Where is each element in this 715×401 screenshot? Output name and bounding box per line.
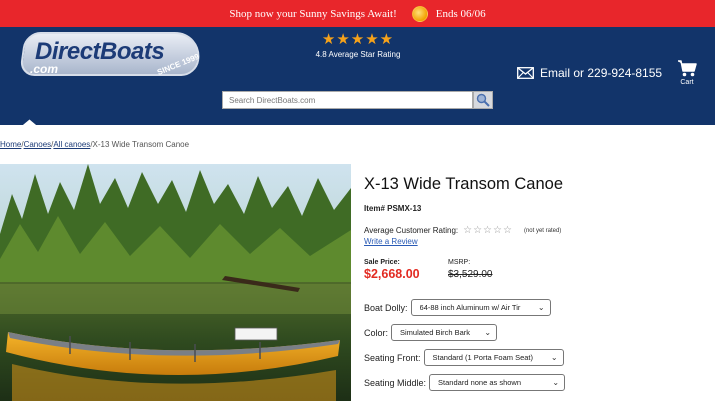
star-icons: ★★★★★ (321, 31, 395, 48)
nav-kayaks[interactable]: Kayaks (572, 127, 598, 136)
msrp-price: $3,529.00 (448, 269, 493, 280)
search-input[interactable]: Search DirectBoats.com (222, 91, 473, 109)
site-header: DirectBoats .com SINCE 1999 ★★★★★ 4.8 Av… (0, 27, 715, 136)
home-icon[interactable] (20, 119, 39, 135)
nav-all-categories[interactable]: All Categories (52, 127, 102, 136)
option-boat-dolly: Boat Dolly: 64-88 inch Aluminum w/ Air T… (364, 299, 551, 316)
option-label: Boat Dolly: (364, 302, 408, 313)
nav-canoes[interactable]: Canoes (529, 127, 556, 136)
cart-icon (678, 60, 697, 77)
select-value: Standard none as shown (438, 378, 522, 387)
nav-pontoon-boats[interactable]: Pontoon Boats (292, 127, 345, 136)
nav-mini-power-boats[interactable]: Mini Power Boats (212, 127, 274, 136)
sun-icon (411, 5, 428, 22)
breadcrumb: Home/Canoes/All canoes/X-13 Wide Transom… (0, 140, 190, 149)
breadcrumb-all-canoes[interactable]: All canoes (53, 140, 90, 149)
option-label: Color: (364, 327, 389, 338)
select-value: Standard (1 Porta Foam Seat) (432, 353, 533, 362)
select-value: Simulated Birch Bark (400, 328, 471, 337)
promo-text: Shop now your Sunny Savings Await! (229, 7, 397, 20)
search-button[interactable] (473, 91, 493, 109)
logo[interactable]: DirectBoats .com SINCE 1999 (18, 32, 204, 78)
mail-icon (517, 67, 534, 79)
site-rating[interactable]: ★★★★★ 4.8 Average Star Rating (312, 32, 404, 59)
customer-rating: Average Customer Rating: ☆☆☆☆☆ (not yet … (364, 225, 561, 236)
breadcrumb-canoes[interactable]: Canoes (24, 140, 52, 149)
promo-ends: Ends 06/06 (435, 7, 486, 20)
search-icon (476, 93, 490, 107)
promo-banner[interactable]: Shop now your Sunny Savings Await! Ends … (0, 0, 715, 27)
chevron-down-icon: ⌄ (552, 378, 560, 387)
chevron-down-icon: ⌄ (484, 328, 492, 337)
nav-jon-boats[interactable]: Jon Boats (362, 127, 398, 136)
option-label: Seating Middle: (364, 377, 427, 388)
logo-com: .com (30, 62, 59, 76)
sale-price-label: Sale Price: (364, 259, 400, 266)
chevron-down-icon: ⌄ (550, 353, 558, 362)
nav-small-pontoon-boats[interactable]: Small Pontoon Boats (119, 127, 193, 136)
product-item-number: Item# PSMX-13 (364, 204, 422, 213)
product-title: X-13 Wide Transom Canoe (364, 175, 564, 193)
rating-text: 4.8 Average Star Rating (315, 50, 401, 59)
write-review-link[interactable]: Write a Review (364, 237, 418, 246)
option-seating-middle: Seating Middle: Standard none as shown ⌄ (364, 374, 566, 391)
nav-row-boats[interactable]: Row Boats (415, 127, 453, 136)
cart-button[interactable]: Cart (676, 60, 698, 86)
boat-dolly-select[interactable]: 64-88 inch Aluminum w/ Air Tir ⌄ (410, 299, 551, 316)
nav-pedal-boats[interactable]: Pedal Boats (470, 127, 512, 136)
seating-front-select[interactable]: Standard (1 Porta Foam Seat) ⌄ (423, 349, 564, 366)
option-label: Seating Front: (364, 352, 421, 363)
select-value: 64-88 inch Aluminum w/ Air Tir (419, 303, 521, 312)
nav-rigged-inflatable-boat[interactable]: Rigged Inflatable Boat (614, 127, 696, 136)
product-image[interactable] (0, 164, 351, 401)
msrp-label: MSRP: (448, 259, 471, 266)
sale-price: $2,668.00 (364, 267, 420, 281)
not-rated-text: (not yet rated) (523, 227, 562, 234)
seating-middle-select[interactable]: Standard none as shown ⌄ (429, 374, 566, 391)
breadcrumb-current: X-13 Wide Transom Canoe (92, 140, 190, 149)
customer-rating-label: Average Customer Rating: (364, 226, 459, 235)
contact-text: Email or 229-924-8155 (540, 66, 663, 80)
cart-label: Cart (680, 79, 694, 86)
canoe-photo (0, 164, 351, 401)
color-select[interactable]: Simulated Birch Bark ⌄ (391, 324, 498, 341)
chevron-down-icon: ⌄ (537, 303, 545, 312)
breadcrumb-home[interactable]: Home (0, 140, 21, 149)
contact-link[interactable]: Email or 229-924-8155 (517, 66, 662, 80)
option-color: Color: Simulated Birch Bark ⌄ (364, 324, 498, 341)
star-outline-icons[interactable]: ☆☆☆☆☆ (463, 225, 513, 236)
option-seating-front: Seating Front: Standard (1 Porta Foam Se… (364, 349, 564, 366)
